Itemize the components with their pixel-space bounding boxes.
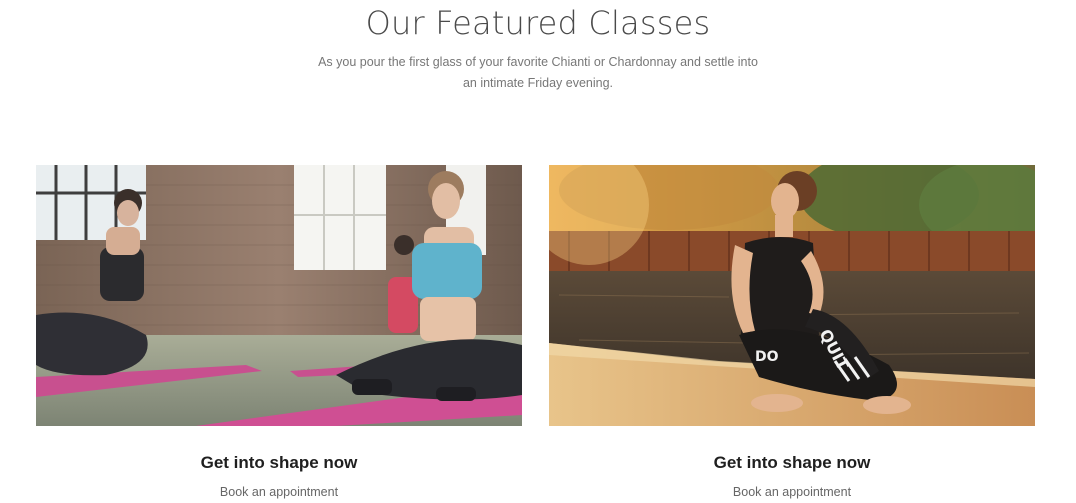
card-title: Get into shape now (713, 453, 871, 472)
svg-text:DO: DO (755, 349, 779, 365)
card-title: Get into shape now (200, 453, 358, 472)
section-subtitle-line-2: an intimate Friday evening. (462, 76, 614, 90)
class-card-1: Get into shape now Book an appointment (36, 165, 522, 499)
class-image-riverside-yoga[interactable]: QUIT DO (549, 165, 1035, 426)
class-image-group-yoga[interactable] (36, 165, 522, 426)
section-title: Our Featured Classes (365, 4, 711, 42)
class-card-2: QUIT DO Get into shape now Book an appoi… (549, 165, 1035, 499)
book-appointment-link[interactable]: Book an appointment (36, 483, 522, 501)
section-subtitle: As you pour the first glass of your favo… (0, 52, 1076, 94)
book-appointment-link[interactable]: Book an appointment (549, 483, 1035, 501)
section-subtitle-line-1: As you pour the first glass of your favo… (318, 55, 758, 69)
